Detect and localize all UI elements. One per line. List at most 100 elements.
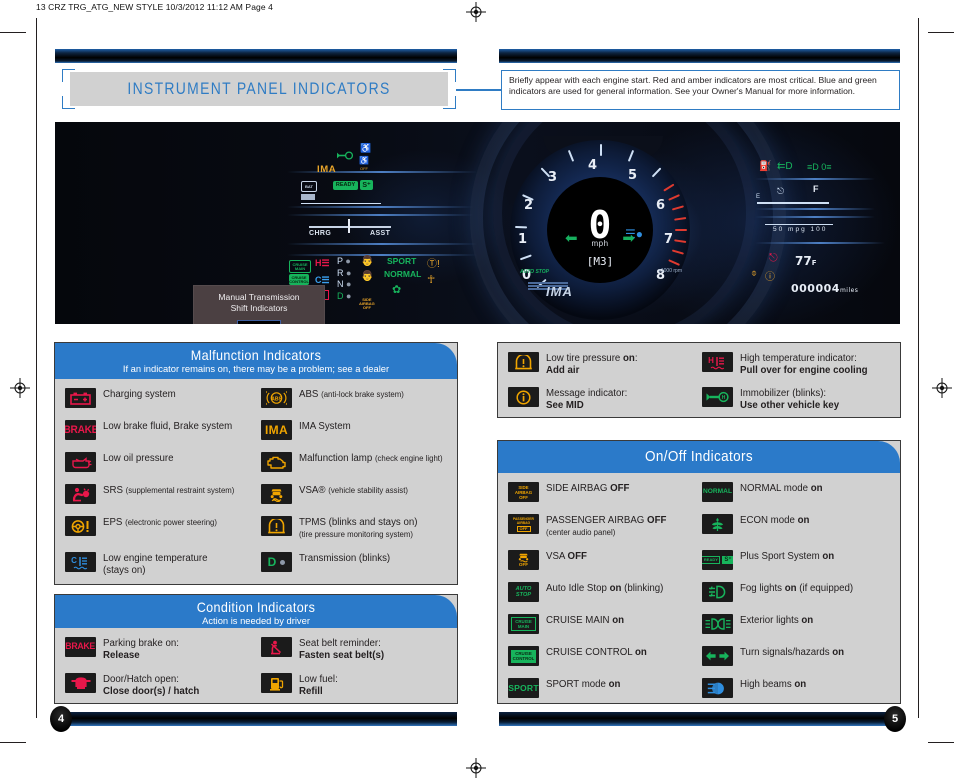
list-item: SRS (supplemental restraint system): [65, 484, 251, 504]
list-item: TPMS (blinks and stays on) (tire pressure…: [261, 516, 447, 540]
cluster-side-airbag-off-icon: SIDE AIRBAG OFF: [359, 297, 375, 310]
tpms-icon: [508, 352, 539, 372]
fuel-pump-icon: [261, 673, 292, 694]
top-right-item-label: Immobilizer (blinks): Use other vehicle k…: [740, 388, 840, 411]
cluster-divider-5: [287, 254, 477, 256]
onoff-panel-title: On/Off Indicators: [645, 448, 753, 465]
engine-malfunction-icon: [261, 452, 292, 472]
tachometer-tick: [515, 225, 528, 229]
shift-indicator-callout: Manual Transmission Shift Indicators UP …: [193, 285, 325, 324]
seatbelt-icon: [261, 637, 292, 657]
list-item: IMA IMA System: [261, 420, 447, 440]
right-cluster-fuel-f: F: [813, 184, 819, 194]
list-item: NORMAL NORMAL mode on: [702, 482, 890, 502]
auto-idle-stop-indicator: AUTO STOP: [520, 269, 549, 275]
econ-leaf-icon: [702, 514, 733, 534]
vsa-off-icon: OFF: [508, 550, 539, 571]
svg-text:ABS: ABS: [271, 396, 282, 402]
malfunction-panel-title: Malfunction Indicators: [190, 347, 322, 363]
ima-brand-logo: IMA: [546, 284, 573, 299]
plus-sport-ready-badge: READY: [702, 556, 721, 565]
tachometer-tick: [600, 144, 602, 156]
list-item: Low fuel: Refill: [261, 673, 447, 697]
tach-label-3: 3: [548, 170, 558, 185]
top-right-item-label: High temperature indicator: Pull over for…: [740, 353, 868, 376]
malfunction-item-label: ABS (anti-lock brake system): [299, 389, 404, 400]
cluster-immobilizer-icon: [337, 147, 354, 165]
cluster-seatbelt-icon: 👨: [361, 271, 374, 282]
list-item: Low oil pressure: [65, 452, 251, 472]
malfunction-items-grid: Charging system ABS ABS (anti-lock brake…: [55, 379, 457, 576]
callout-title-line1: Manual Transmission: [218, 292, 300, 302]
page-title: INSTRUMENT PANEL INDICATORS: [127, 79, 391, 98]
malfunction-item-label: Low engine temperature (stays on): [103, 553, 208, 576]
top-right-item-label: Low tire pressure on: Add air: [546, 353, 638, 376]
right-cluster-mpg-labels: 50 mpg 100: [773, 226, 828, 233]
list-item: Low tire pressure on: Add air: [508, 352, 696, 376]
cluster-econ-leaf-icon: ✿: [392, 284, 402, 296]
right-divider-4: [755, 242, 885, 244]
onoff-item-label: Plus Sport System on: [740, 551, 835, 563]
passenger-airbag-text: PASSENGER AIRBAG: [512, 516, 535, 525]
normal-mode-text: NORMAL: [703, 487, 732, 495]
cluster-gauge-needle: [348, 219, 350, 233]
list-item: Charging system: [65, 388, 251, 408]
high-beam-icon: [702, 678, 733, 699]
cluster-vsa-off-icon: ♿ OFF: [359, 156, 369, 172]
cluster-divider-3: [287, 214, 473, 216]
malfunction-panel-subtitle: If an indicator remains on, there may be…: [122, 363, 390, 374]
tachometer-tick: [651, 167, 662, 178]
callout-title-line2: Shift Indicators: [230, 303, 288, 313]
svg-text:H: H: [708, 356, 714, 365]
turn-signal-icon: [702, 646, 733, 667]
list-item: D Transmission (blinks): [261, 552, 447, 576]
right-cluster-door-open-icon: ⎋: [769, 252, 778, 264]
tpms-icon: [261, 516, 292, 536]
list-item: Malfunction lamp (check engine light): [261, 452, 447, 472]
title-connector-line: [456, 89, 502, 91]
eps-steering-icon: [65, 516, 96, 536]
tach-label-5: 5: [628, 168, 638, 183]
bracket-bottom-right-icon: [443, 96, 456, 109]
right-cluster-door-icon: ⎋: [777, 186, 785, 196]
registration-mark-top: [466, 2, 486, 22]
info-callout-box: Briefly appear with each engine start. R…: [501, 70, 900, 110]
crop-mark-top-left: [0, 32, 26, 33]
tachometer-redline-tick: [674, 217, 687, 221]
onoff-item-label: VSA OFF: [546, 551, 587, 563]
right-cluster-fuel-gauge: [757, 202, 829, 204]
list-item: C Low engine temperature (stays on): [65, 552, 251, 576]
page-top-bar-left: [55, 49, 457, 63]
list-item: BRAKE Low brake fluid, Brake system: [65, 420, 251, 440]
condition-panel-subtitle: Action is needed by driver: [202, 615, 310, 626]
right-cluster-exterior-lights-icon: ≡D 0≡: [807, 162, 832, 172]
condition-item-label: Door/Hatch open: Close door(s) / hatch: [103, 674, 200, 697]
list-item: ABS ABS (anti-lock brake system): [261, 388, 447, 408]
bracket-top-right-icon: [443, 69, 456, 82]
condition-item-label: Low fuel: Refill: [299, 674, 338, 697]
dashboard-photo: IMA ♿ ♿ OFF BAT READY S⁺ CHRG ASST CRUISE…: [55, 122, 900, 324]
brake-word-icon: BRAKE: [65, 637, 96, 657]
svg-text:C: C: [71, 556, 77, 565]
passenger-airbag-off-badge: OFF: [516, 525, 531, 532]
list-item: Seat belt reminder: Fasten seat belt(s): [261, 637, 447, 661]
onoff-item-label: SIDE AIRBAG OFF: [546, 483, 630, 494]
list-item: BRAKE Parking brake on: Release: [65, 637, 251, 661]
list-item: SIDE AIRBAG OFF SIDE AIRBAG OFF: [508, 482, 696, 502]
condition-items-grid: BRAKE Parking brake on: Release Seat belt…: [55, 628, 457, 697]
cluster-chrg-label: CHRG: [309, 230, 332, 237]
cluster-sport-label: SPORT: [387, 256, 417, 266]
chapter-title-plate: INSTRUMENT PANEL INDICATORS: [70, 72, 448, 106]
right-cluster-fuel-icon: ⛽: [759, 161, 772, 172]
bracket-bottom-left-icon: [62, 96, 75, 109]
right-divider-2: [755, 208, 875, 210]
shift-indicator-display: UP DOWN: [237, 320, 281, 324]
list-item: EPS (electronic power steering): [65, 516, 251, 540]
malfunction-item-label: Low brake fluid, Brake system: [103, 421, 233, 432]
high-temp-icon: H: [702, 352, 733, 372]
onoff-item-label: CRUISE MAIN on: [546, 615, 625, 627]
list-item: CRUISE MAIN CRUISE MAIN on: [508, 614, 696, 635]
temperature-unit: F: [811, 259, 817, 267]
immobilizer-key-icon: H: [702, 387, 733, 408]
malfunction-indicators-panel: Malfunction Indicators If an indicator r…: [54, 342, 458, 585]
